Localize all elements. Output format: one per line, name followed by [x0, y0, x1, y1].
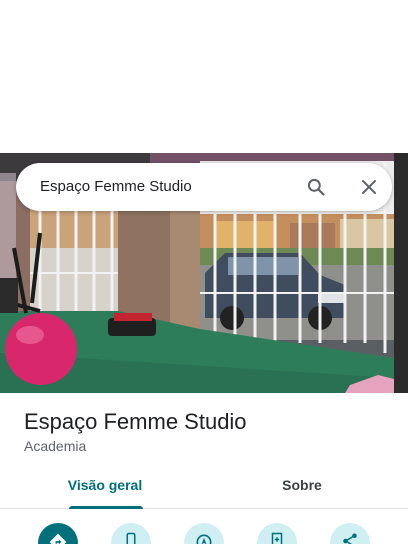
place-name: Espaço Femme Studio — [24, 409, 247, 434]
directions-icon — [49, 533, 67, 544]
tab-overview[interactable]: Visão geral — [50, 465, 160, 509]
share-icon — [343, 533, 357, 544]
action-buttons-row — [0, 510, 408, 544]
place-tabs: Visão geral Sobre — [0, 465, 408, 509]
tab-about[interactable]: Sobre — [247, 465, 357, 509]
navigation-icon — [196, 534, 212, 544]
share-button[interactable] — [330, 523, 370, 544]
search-icon[interactable] — [304, 175, 328, 199]
place-category[interactable]: Academia — [24, 438, 86, 454]
search-query-text[interactable]: Espaço Femme Studio — [40, 163, 192, 211]
map-area-blank — [0, 0, 408, 153]
save-button[interactable] — [257, 523, 297, 544]
search-bar[interactable]: Espaço Femme Studio — [16, 163, 392, 211]
tab-selected-indicator — [69, 506, 143, 509]
start-navigation-button[interactable] — [184, 523, 224, 544]
phone-icon — [126, 532, 136, 544]
call-button[interactable] — [111, 523, 151, 544]
save-icon — [271, 532, 283, 544]
close-icon[interactable] — [357, 175, 381, 199]
directions-button[interactable] — [38, 523, 78, 544]
